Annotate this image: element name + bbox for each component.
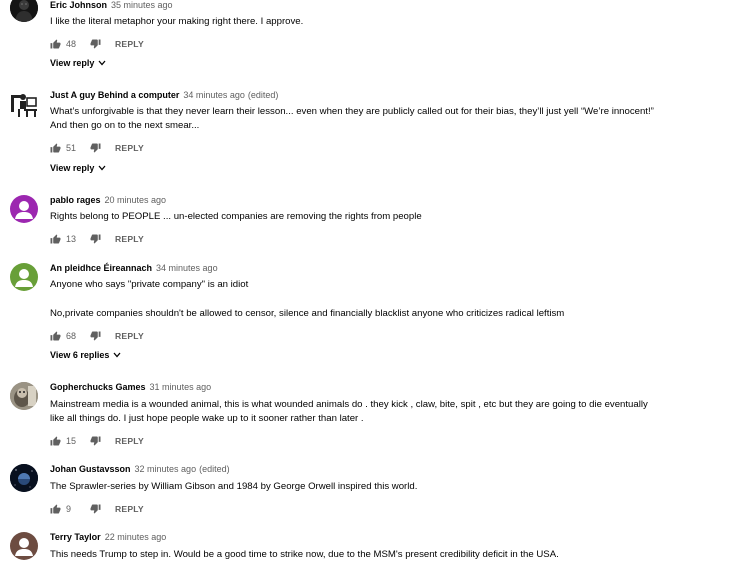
edited-label: (edited) [247,90,279,100]
author-avatar[interactable] [10,195,38,223]
comment-header: pablo rages 20 minutes ago [50,195,166,206]
author-name[interactable]: An pleidhce Éireannach [50,263,152,273]
comment-line: Anyone who says "private company" is an … [50,279,249,290]
thumbs-up-icon[interactable] [50,436,61,446]
comment-text: This needs Trump to step in. Would be a … [50,548,710,562]
comment-line: like all things do. I just hope people w… [50,413,364,424]
thumbs-up-icon[interactable] [50,143,61,153]
like-count: 15 [66,436,77,446]
comment-line: And then go on to the next smear... [50,120,200,131]
like-count: 68 [66,331,77,341]
default-user-icon [15,201,33,219]
author-avatar[interactable] [10,464,38,492]
reply-button[interactable]: REPLY [115,39,144,49]
comment-actions: 68 REPLY [50,329,144,343]
thumbs-up-icon[interactable] [50,331,61,341]
view-replies-label: View 6 replies [50,350,110,360]
comment-header: Johan Gustavsson 32 minutes ago (edited) [50,464,230,475]
author-avatar[interactable] [10,90,38,118]
author-name[interactable]: pablo rages [50,195,101,205]
person-at-computer-avatar-icon [11,94,37,117]
comment-text: The Sprawler-series by William Gibson an… [50,480,710,494]
chevron-down-icon [98,165,106,171]
comment-timestamp[interactable]: 35 minutes ago [111,0,173,10]
comment-timestamp[interactable]: 20 minutes ago [105,195,167,205]
comment-timestamp[interactable]: 31 minutes ago [150,382,212,392]
chevron-down-icon [113,352,121,358]
comment-line: No,private companies shouldn't be allowe… [50,308,565,319]
dark-figure-avatar-icon [10,0,38,22]
like-count: 13 [66,234,77,244]
comment-actions: 15 REPLY [50,434,144,448]
comment-header: Eric Johnson 35 minutes ago [50,0,173,11]
view-replies-label: View reply [50,163,95,173]
author-avatar[interactable] [10,532,38,560]
like-count: 9 [66,504,72,514]
comment-header: Just A guy Behind a computer 34 minutes a… [50,90,278,101]
chevron-down-icon [98,60,106,66]
reply-button[interactable]: REPLY [115,331,144,341]
comment-line: What’s unforgivable is that they never l… [50,106,654,117]
view-replies-button[interactable]: View 6 replies [50,350,121,360]
like-count: 51 [66,143,77,153]
author-name[interactable]: Johan Gustavsson [50,464,131,474]
comment-text: Mainstream media is a wounded animal, th… [50,398,710,426]
reply-button[interactable]: REPLY [115,436,144,446]
thumbs-down-icon[interactable] [90,234,101,244]
comment-header: Gopherchucks Games 31 minutes ago [50,382,211,393]
comment-timestamp[interactable]: 32 minutes ago [135,464,197,474]
comment-line [50,292,710,307]
view-replies-button[interactable]: View reply [50,58,106,68]
thumbs-up-icon[interactable] [50,234,61,244]
thumbs-down-icon[interactable] [90,143,101,153]
thumbs-up-icon[interactable] [50,39,61,49]
edited-label: (edited) [199,464,230,474]
thumbs-down-icon[interactable] [90,331,101,341]
author-name[interactable]: Gopherchucks Games [50,382,146,392]
author-name[interactable]: Terry Taylor [50,532,101,542]
comment-header: Terry Taylor 22 minutes ago [50,532,166,543]
like-count: 48 [66,39,77,49]
comment-text: Rights belong to PEOPLE ... un-elected c… [50,210,710,224]
author-name[interactable]: Just A guy Behind a computer [50,90,179,100]
thumbs-down-icon[interactable] [90,504,101,514]
comment-line: Mainstream media is a wounded animal, th… [50,399,648,410]
comment-line: I like the literal metaphor your making … [50,16,304,27]
author-avatar[interactable] [10,382,38,410]
comment-line: The Sprawler-series by William Gibson an… [50,481,418,492]
gopher-photo-avatar-icon [10,382,38,410]
thumbs-down-icon[interactable] [90,39,101,49]
view-replies-label: View reply [50,58,95,68]
comment-actions: 51 REPLY [50,141,144,155]
default-user-icon [15,269,33,287]
default-user-icon [15,538,33,556]
comment-line: This needs Trump to step in. Would be a … [50,549,559,560]
comment-text: Anyone who says "private company" is an … [50,278,710,321]
comment-timestamp[interactable]: 34 minutes ago [156,263,218,273]
comment-text: I like the literal metaphor your making … [50,15,710,29]
space-planet-avatar-icon [10,464,38,492]
view-replies-button[interactable]: View reply [50,163,106,173]
reply-button[interactable]: REPLY [115,234,144,244]
comment-text: What’s unforgivable is that they never l… [50,105,710,133]
comment-header: An pleidhce Éireannach 34 minutes ago [50,263,218,274]
thumbs-down-icon[interactable] [90,436,101,446]
author-name[interactable]: Eric Johnson [50,0,107,10]
comment-actions: 9 REPLY [50,502,144,516]
author-avatar[interactable] [10,263,38,291]
author-avatar[interactable] [10,0,38,22]
comment-actions: 48 REPLY [50,37,144,51]
reply-button[interactable]: REPLY [115,143,144,153]
thumbs-up-icon[interactable] [50,504,61,514]
comment-timestamp[interactable]: 22 minutes ago [105,532,167,542]
reply-button[interactable]: REPLY [115,504,144,514]
comment-timestamp[interactable]: 34 minutes ago [183,90,245,100]
comment-line: Rights belong to PEOPLE ... un-elected c… [50,211,422,222]
comment-actions: 13 REPLY [50,232,144,246]
